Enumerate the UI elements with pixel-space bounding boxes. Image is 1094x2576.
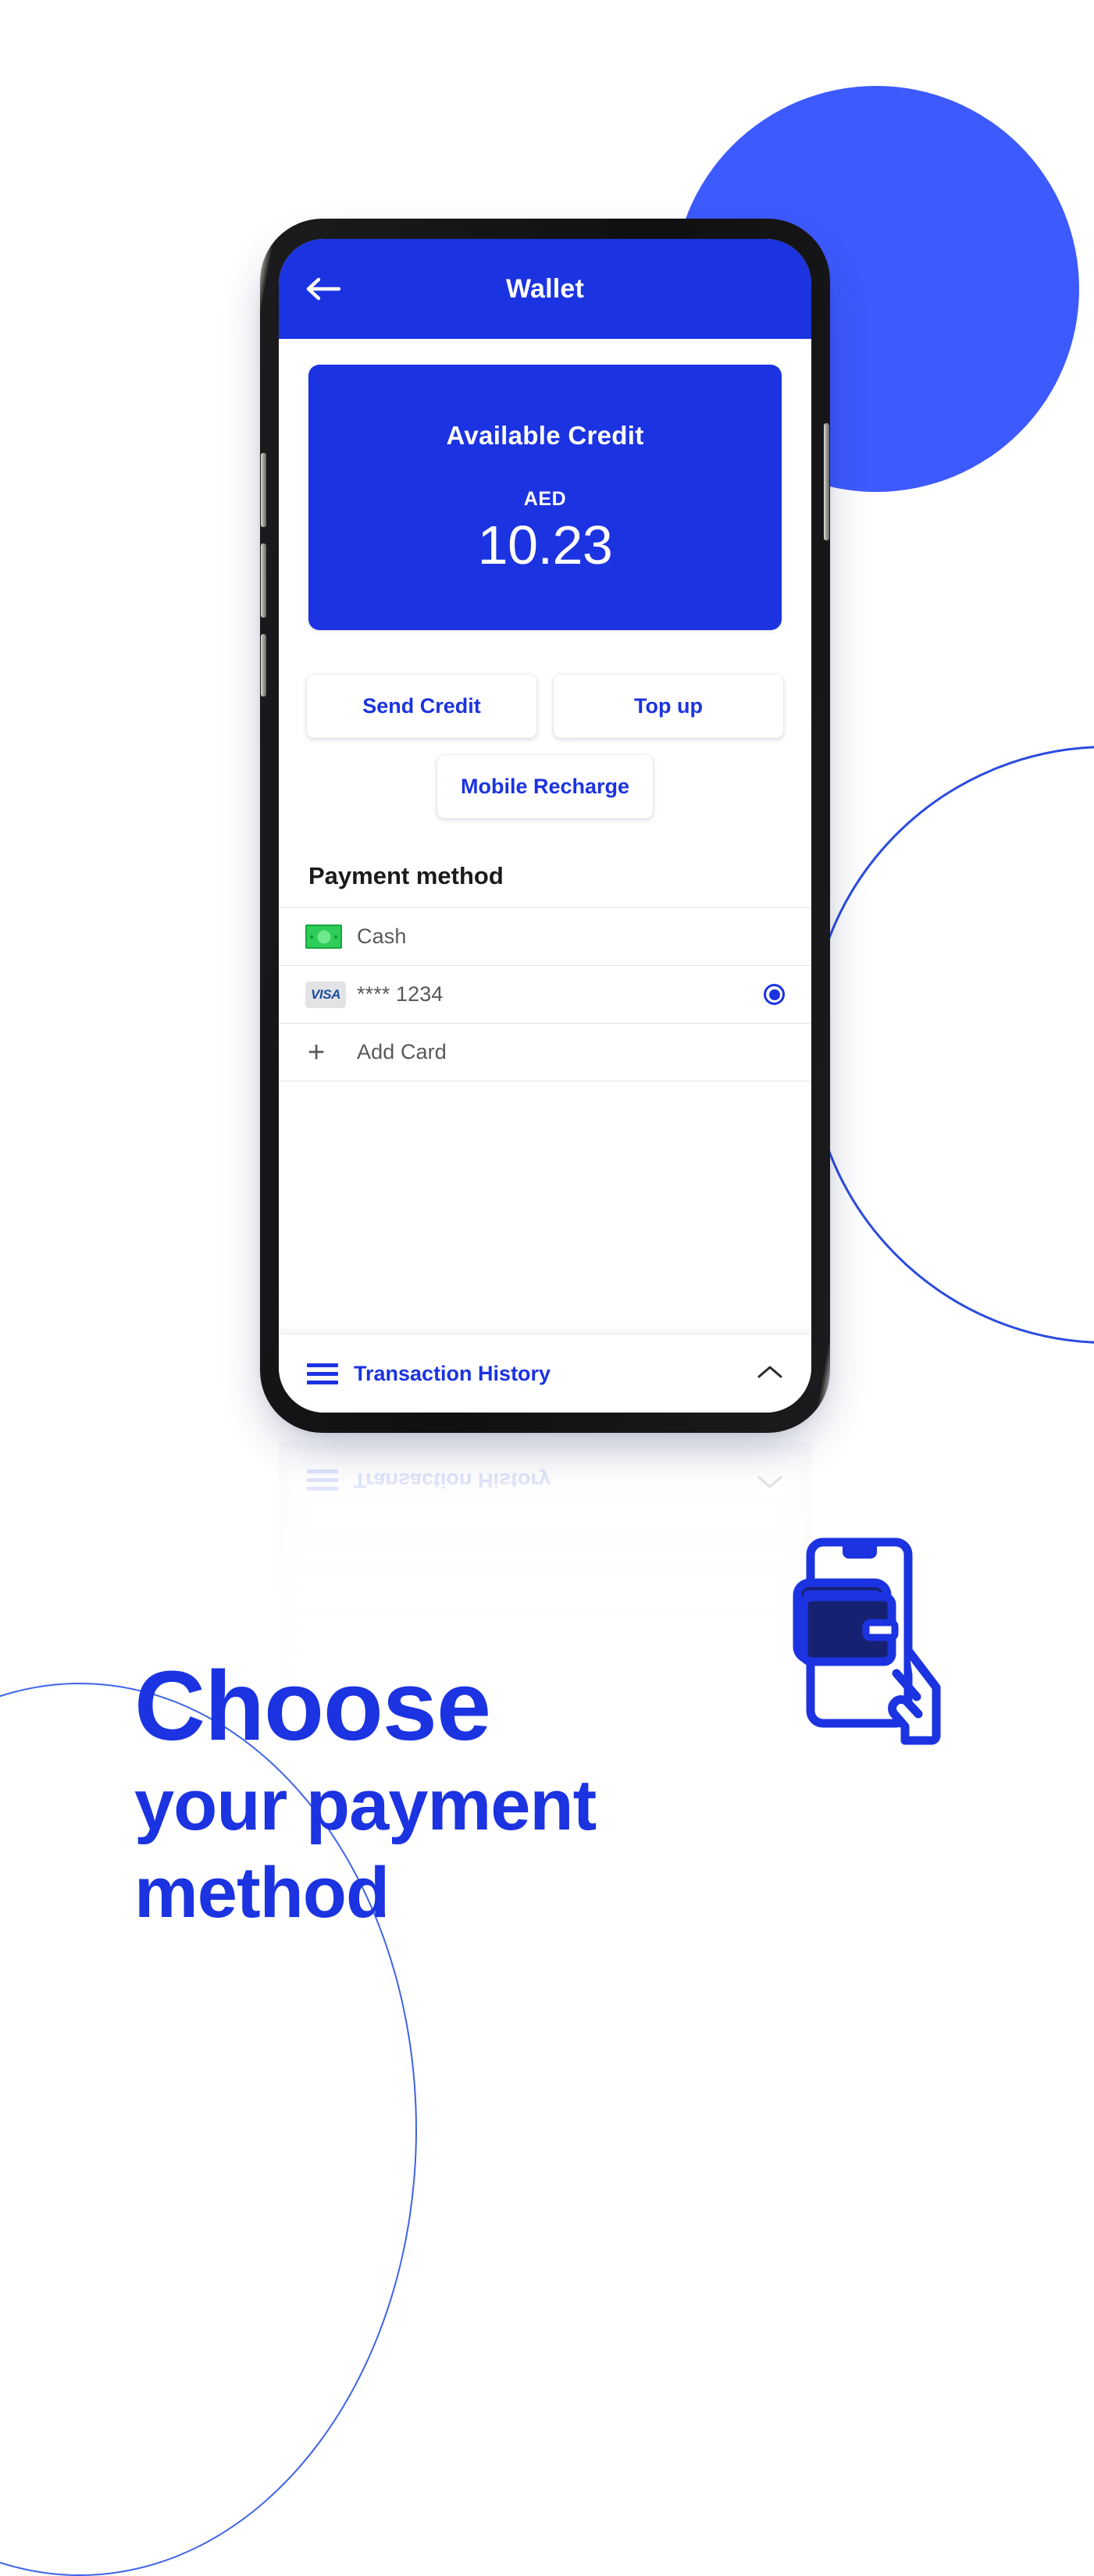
add-card-label: Add Card <box>357 1040 447 1064</box>
headline: Choose your payment method <box>134 1657 837 1936</box>
reflection-transaction-history-bar: Transaction History <box>279 1441 811 1520</box>
headline-line-2: your payment <box>134 1765 597 1845</box>
payment-method-label: Cash <box>357 925 407 948</box>
cash-banknote-icon <box>305 925 357 949</box>
app-body: Available Credit AED 10.23 Send Credit T… <box>279 339 811 1413</box>
top-up-button[interactable]: Top up <box>554 675 783 738</box>
chevron-up-icon <box>757 1471 783 1491</box>
decorative-arc-right <box>808 746 1094 1344</box>
payment-method-row-visa[interactable]: VISA **** 1234 <box>279 966 811 1024</box>
headline-line-1: Choose <box>134 1651 491 1761</box>
phone-assistant-button[interactable] <box>261 634 266 697</box>
transaction-history-label: Transaction History <box>354 1361 551 1385</box>
payment-list-empty-area <box>279 1081 811 1334</box>
back-arrow-icon[interactable] <box>302 268 344 310</box>
phone-power-button[interactable] <box>824 423 829 540</box>
payment-method-radio-selected[interactable] <box>764 984 785 1005</box>
headline-line-3: method <box>134 1853 390 1933</box>
phone-screen: Wallet Available Credit AED 10.23 Send C… <box>279 239 811 1413</box>
payment-method-row-add-card[interactable]: + Add Card <box>279 1024 811 1081</box>
app-header: Wallet <box>279 239 811 339</box>
send-credit-button[interactable]: Send Credit <box>307 675 536 738</box>
hamburger-icon <box>307 1363 338 1384</box>
phone-mockup: Wallet Available Credit AED 10.23 Send C… <box>260 219 830 1433</box>
plus-icon: + <box>308 1035 326 1069</box>
chevron-up-icon[interactable] <box>757 1364 783 1384</box>
payment-method-list: Cash VISA **** 1234 + Add Card <box>279 907 811 1081</box>
mobile-recharge-button[interactable]: Mobile Recharge <box>437 755 654 818</box>
page-title: Wallet <box>505 273 585 304</box>
quick-actions-group: Send Credit Top up Mobile Recharge <box>307 675 783 818</box>
visa-card-icon: VISA <box>305 981 357 1008</box>
credit-amount-value: 10.23 <box>477 514 613 575</box>
hamburger-icon <box>307 1470 338 1491</box>
available-credit-label: Available Credit <box>446 420 644 450</box>
credit-currency-label: AED <box>523 487 567 510</box>
payment-method-label: **** 1234 <box>357 982 444 1006</box>
available-credit-card: Available Credit AED 10.23 <box>308 365 782 630</box>
phone-volume-up-button[interactable] <box>261 453 266 527</box>
payment-method-heading: Payment method <box>308 862 504 889</box>
reflection-transaction-history-label: Transaction History <box>354 1469 551 1493</box>
phone-volume-down-button[interactable] <box>261 543 266 618</box>
transaction-history-bar[interactable]: Transaction History <box>279 1334 811 1413</box>
payment-method-row-cash[interactable]: Cash <box>279 908 811 966</box>
